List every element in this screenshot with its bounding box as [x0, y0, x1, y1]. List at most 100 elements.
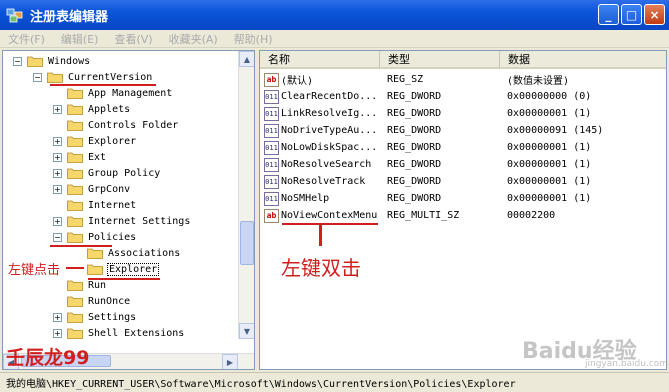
tree-item[interactable]: App Management: [53, 85, 173, 101]
tree-item-label: GrpConv: [88, 183, 131, 195]
expand-icon[interactable]: +: [53, 184, 62, 194]
scroll-thumb[interactable]: [240, 221, 254, 265]
tree-item[interactable]: Explorer: [73, 261, 160, 277]
tree-item[interactable]: RunOnce: [53, 293, 131, 309]
tree-item[interactable]: − Policies: [53, 229, 137, 245]
scroll-down-icon[interactable]: ▼: [239, 323, 254, 339]
tree-item-label: Ext: [88, 151, 107, 163]
folder-icon: [67, 327, 83, 339]
annotation-author: 壬辰龙99: [6, 347, 90, 369]
value-row[interactable]: ab NoViewContexMenu REG_MULTI_SZ 00002200: [260, 207, 666, 224]
value-row[interactable]: 011 NoLowDiskSpac... REG_DWORD 0x00000001 (…: [260, 139, 666, 156]
dword-value-icon: 011: [264, 123, 279, 138]
value-type: REG_DWORD: [387, 159, 442, 170]
value-data: 0x00000001 (1): [507, 142, 592, 153]
maximize-button[interactable]: □: [621, 4, 642, 25]
value-row[interactable]: 011 NoSMHelp REG_DWORD 0x00000001 (1): [260, 190, 666, 207]
value-row[interactable]: 011 NoResolveTrack REG_DWORD 0x00000001 (1): [260, 173, 666, 190]
menu-edit[interactable]: 编辑(E): [61, 31, 99, 47]
expand-icon[interactable]: +: [53, 216, 62, 226]
tree-item-label: Controls Folder: [88, 119, 179, 131]
annotation-underline-policies: [50, 245, 112, 247]
value-row[interactable]: 011 ClearRecentDo... REG_DWORD 0x00000000 (…: [260, 88, 666, 105]
tree-item[interactable]: Associations: [73, 245, 181, 261]
expand-icon[interactable]: +: [53, 312, 62, 322]
menu-file[interactable]: 文件(F): [8, 31, 45, 47]
tree-item-label: Policies: [88, 231, 137, 243]
value-data: 0x00000001 (1): [507, 176, 592, 187]
annotation-underline-explorer: [88, 278, 160, 280]
values-list-pane[interactable]: 名称 类型 数据 ab (默认) REG_SZ (数值未设置) 011 ClearRece…: [259, 50, 667, 370]
expand-icon[interactable]: +: [53, 328, 62, 338]
folder-icon: [67, 199, 83, 211]
close-button[interactable]: ×: [644, 4, 665, 25]
scroll-up-icon[interactable]: ▲: [239, 51, 254, 67]
collapse-icon[interactable]: −: [53, 232, 62, 242]
expand-icon[interactable]: +: [53, 168, 62, 178]
folder-icon: [67, 183, 83, 195]
value-type: REG_DWORD: [387, 176, 442, 187]
tree-item-label: Internet Settings: [88, 215, 191, 227]
tree-item[interactable]: + Ext: [53, 149, 107, 165]
collapse-icon[interactable]: −: [33, 72, 42, 82]
value-row[interactable]: 011 LinkResolveIg... REG_DWORD 0x00000001 (…: [260, 105, 666, 122]
column-data-header[interactable]: 数据: [500, 51, 666, 69]
value-type: REG_DWORD: [387, 108, 442, 119]
menu-help[interactable]: 帮助(H): [234, 31, 273, 47]
tree-item-label: Associations: [108, 247, 181, 259]
tree-vertical-scrollbar[interactable]: ▲ ▼: [238, 51, 254, 339]
expand-icon[interactable]: +: [53, 136, 62, 146]
main-area: − Windows − CurrentVersion App Management + Ap…: [0, 48, 669, 372]
tree-item-label: Group Policy: [88, 167, 161, 179]
dword-value-icon: 011: [264, 191, 279, 206]
tree-item-label: RunOnce: [88, 295, 131, 307]
dword-value-icon: 011: [264, 174, 279, 189]
column-type-header[interactable]: 类型: [380, 51, 500, 69]
value-row[interactable]: 011 NoResolveSearch REG_DWORD 0x00000001 (1…: [260, 156, 666, 173]
menu-view[interactable]: 查看(V): [114, 31, 152, 47]
value-data: 0x00000001 (1): [507, 159, 592, 170]
value-name: NoDriveTypeAu...: [281, 125, 378, 136]
column-name-header[interactable]: 名称: [260, 51, 380, 69]
folder-icon: [67, 311, 83, 323]
menu-bar: 文件(F) 编辑(E) 查看(V) 收藏夹(A) 帮助(H): [0, 30, 669, 48]
collapse-icon[interactable]: −: [13, 56, 22, 66]
tree-item[interactable]: + Group Policy: [53, 165, 161, 181]
tree-item[interactable]: Internet: [53, 197, 137, 213]
annotation-underline-noviewcontexmenu: [282, 223, 378, 225]
tree-item[interactable]: + Shell Extensions: [53, 325, 185, 341]
tree-item[interactable]: + Settings: [53, 309, 137, 325]
value-data: (数值未设置): [507, 76, 570, 87]
value-name: NoViewContexMenu: [281, 210, 378, 221]
tree-item-label: App Management: [88, 87, 173, 99]
scroll-right-icon[interactable]: ▶: [222, 354, 238, 369]
tree-item[interactable]: + Internet Settings: [53, 213, 191, 229]
tree-item[interactable]: − CurrentVersion: [33, 69, 153, 85]
tree-item-label: Explorer: [107, 262, 160, 276]
key-tree-pane[interactable]: − Windows − CurrentVersion App Management + Ap…: [2, 50, 255, 370]
tree-item[interactable]: + GrpConv: [53, 181, 131, 197]
value-row[interactable]: 011 NoDriveTypeAu... REG_DWORD 0x00000091 (…: [260, 122, 666, 139]
tree-item[interactable]: − Windows: [13, 53, 91, 69]
tree-item[interactable]: + Explorer: [53, 133, 137, 149]
value-name: NoSMHelp: [281, 193, 330, 204]
tree-item[interactable]: Controls Folder: [53, 117, 179, 133]
string-value-icon: ab: [264, 72, 279, 87]
folder-icon: [67, 151, 83, 163]
folder-icon: [47, 71, 63, 83]
watermark-url: jingyan.baidu.com: [585, 359, 669, 369]
value-name: NoResolveSearch: [281, 159, 372, 170]
value-name: (默认): [281, 76, 314, 87]
tree-item[interactable]: + Applets: [53, 101, 131, 117]
folder-icon: [67, 103, 83, 115]
tree-item-label: Applets: [88, 103, 131, 115]
minimize-button[interactable]: _: [598, 4, 619, 25]
expand-icon[interactable]: +: [53, 104, 62, 114]
value-row[interactable]: ab (默认) REG_SZ (数值未设置): [260, 71, 666, 88]
value-name: NoLowDiskSpac...: [281, 142, 378, 153]
expand-icon[interactable]: +: [53, 152, 62, 162]
tree-item-label: Run: [88, 279, 107, 291]
annotation-pointer-line: [319, 224, 322, 246]
menu-favorites[interactable]: 收藏夹(A): [169, 31, 218, 47]
folder-icon: [67, 279, 83, 291]
